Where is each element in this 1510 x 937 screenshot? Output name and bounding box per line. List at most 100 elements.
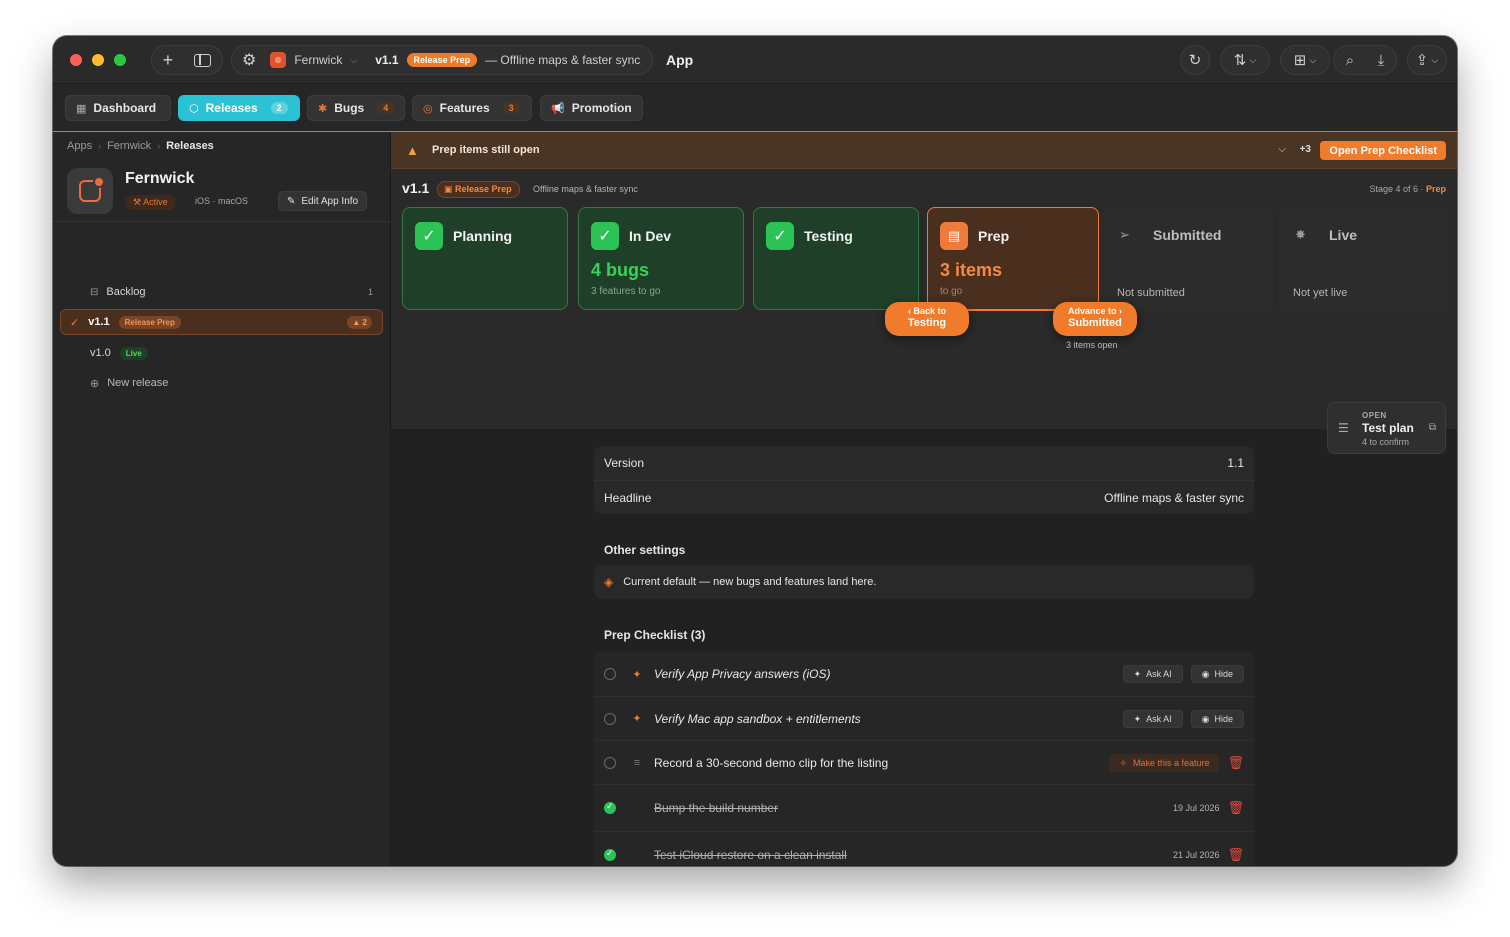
share-button[interactable]: ⇪ ⌵	[1407, 45, 1447, 75]
warning-icon: ▲	[352, 317, 361, 327]
drag-handle-icon[interactable]: ≡	[630, 757, 644, 769]
refresh-button[interactable]: ↻	[1180, 45, 1210, 75]
ask-ai-button[interactable]: ✦ Ask AI	[1122, 710, 1183, 728]
trash-icon[interactable]: 🗑	[1227, 800, 1244, 816]
sparkle-icon: ✦	[1133, 713, 1142, 724]
ask-ai-button[interactable]: ✦ Ask AI	[1122, 665, 1183, 683]
refresh-icon: ↻	[1188, 52, 1202, 69]
sidebar-item-v1-0[interactable]: v1.0 Live	[60, 340, 383, 366]
stage-bug-count: 4 bugs	[591, 260, 650, 280]
chevron-right-icon: ›	[98, 141, 102, 151]
field-value: Offline maps & faster sync	[1104, 490, 1244, 505]
edit-app-info-button[interactable]: ✎ Edit App Info	[278, 191, 368, 211]
search-icon[interactable]: ⌕	[1346, 52, 1354, 69]
tab-features[interactable]: ◎ Features 3	[412, 95, 532, 121]
stage-in-dev[interactable]: ✓ In Dev 4 bugs 3 features to go	[578, 207, 744, 310]
app-icon	[270, 52, 287, 68]
new-release-button[interactable]: ⊕ New release	[60, 370, 383, 396]
advance-to-submitted-button[interactable]: Advance to › Submitted	[1053, 302, 1137, 336]
close-window-button[interactable]	[70, 54, 82, 66]
sparkle-icon: ✦	[1133, 668, 1142, 679]
tab-label: Releases	[205, 101, 258, 115]
minimize-window-button[interactable]	[92, 54, 104, 66]
settings-gear-icon[interactable]: ⚙	[242, 50, 256, 70]
hide-button[interactable]: ◉ Hide	[1190, 710, 1244, 728]
tab-count: 2	[270, 102, 288, 114]
sidebar-item-backlog[interactable]: ⊟ Backlog 1	[60, 279, 383, 305]
adv-top: Advance to ›	[1067, 306, 1122, 316]
stage-prep[interactable]: ▤ Prep 3 items to go	[927, 207, 1099, 310]
title-headline: — Offline maps & faster sync	[485, 53, 641, 67]
stage-planning[interactable]: ✓ Planning	[402, 207, 568, 310]
release-version: v1.1	[88, 316, 110, 328]
checklist-text: Test iCloud restore on a clean install	[654, 848, 847, 862]
download-icon[interactable]: ⤓	[1378, 52, 1385, 69]
make-feature-button[interactable]: ✧ Make this a feature	[1109, 754, 1220, 772]
field-headline[interactable]: Headline Offline maps & faster sync	[594, 480, 1254, 514]
back-to-testing-button[interactable]: ‹ Back to Testing	[885, 302, 969, 336]
checklist-text: Bump the build number	[654, 801, 779, 815]
project-selector[interactable]: ⚙ Fernwick ⌵ v1.1 Release Prep — Offline…	[231, 45, 653, 75]
sort-button[interactable]: ⇅ ⌵	[1220, 45, 1270, 75]
list-item: Bump the build number 19 Jul 2026 🗑	[594, 784, 1254, 831]
trash-icon[interactable]: 🗑	[1227, 755, 1244, 771]
checklist-toggle[interactable]	[604, 756, 616, 769]
banner-text: Prep items still open	[432, 144, 540, 156]
breadcrumb-apps[interactable]: Apps	[67, 140, 92, 152]
eye-icon: ◉	[1201, 668, 1210, 679]
field-key: Headline	[604, 490, 652, 505]
trash-icon[interactable]: 🗑	[1227, 847, 1244, 863]
field-value: 1.1	[1227, 456, 1244, 470]
title-bar: + ⚙ Fernwick ⌵ v1.1 Release Prep — Offli…	[53, 36, 1457, 84]
tab-releases[interactable]: ⬡ Releases 2	[178, 95, 300, 121]
prep-warning-banner: ▲ Prep items still open ⌵ +3 Open Prep C…	[391, 132, 1457, 169]
tab-promotion[interactable]: 📢 Promotion	[540, 95, 643, 121]
warning-badge: ▲ 2	[347, 315, 372, 329]
stage-live[interactable]: ✸ Live Not yet live	[1279, 207, 1449, 310]
list-item: Test iCloud restore on a clean install 2…	[594, 831, 1254, 866]
breadcrumb-fernwick[interactable]: Fernwick	[107, 140, 151, 152]
sidebar-item-v1-1[interactable]: ✓ v1.1 Release Prep ▲ 2	[60, 309, 383, 335]
other-settings-title: Other settings	[604, 543, 686, 557]
tab-dashboard[interactable]: ▦ Dashboard	[65, 95, 171, 121]
toolbar-left-group: +	[151, 45, 223, 75]
row-actions: 21 Jul 2026 🗑	[1173, 847, 1244, 863]
test-plan-card[interactable]: ☰ OPEN Test plan 4 to confirm ⧉	[1327, 402, 1446, 454]
main-panel: ▲ Prep items still open ⌵ +3 Open Prep C…	[391, 132, 1457, 866]
plus-icon[interactable]: +	[163, 50, 174, 71]
test-plan-label: OPEN	[1362, 411, 1387, 420]
test-plan-title: Test plan	[1362, 421, 1414, 435]
checklist-toggle[interactable]	[604, 801, 616, 814]
row-actions: ✧ Make this a feature 🗑	[1109, 754, 1244, 772]
chevron-down-icon: ⌵	[1249, 54, 1257, 65]
stage-testing[interactable]: ✓ Testing	[753, 207, 919, 310]
magic-wand-icon: ✧	[1119, 757, 1127, 768]
sidebar: Apps › Fernwick › Releases Fernwick ⚒ Ac…	[53, 132, 391, 866]
checklist-toggle[interactable]	[604, 668, 616, 680]
bug-icon: ✱	[318, 102, 328, 115]
expand-chevron-icon[interactable]: ⌵	[1278, 144, 1286, 155]
open-prep-checklist-button[interactable]: Open Prep Checklist	[1320, 141, 1446, 160]
row-actions: ✦ Ask AI ◉ Hide	[1122, 665, 1244, 683]
stage-name: Live	[1329, 227, 1358, 243]
breadcrumb-releases: Releases	[166, 140, 214, 152]
adv-bottom: Submitted	[1068, 317, 1122, 329]
stage-pipeline: v1.1 ▣ Release Prep Offline maps & faste…	[391, 169, 1457, 454]
title-version: v1.1	[375, 53, 399, 67]
stage-submitted[interactable]: ➢ Submitted Not submitted	[1103, 207, 1273, 310]
tab-bugs[interactable]: ✱ Bugs 4	[307, 95, 405, 121]
checkmark-icon: ✓	[766, 222, 794, 250]
checklist-toggle[interactable]	[604, 848, 616, 861]
field-version[interactable]: Version 1.1	[594, 446, 1254, 480]
share-icon: ⇪	[1415, 52, 1429, 69]
chevron-down-icon: ⌵	[1309, 54, 1317, 65]
sidebar-toggle-icon[interactable]	[194, 53, 212, 67]
add-to-button[interactable]: ⊞ ⌵	[1280, 45, 1330, 75]
clipboard-icon: ▤	[940, 222, 968, 250]
checklist-toggle[interactable]	[604, 712, 616, 725]
stage-name: Planning	[453, 228, 513, 244]
hide-button[interactable]: ◉ Hide	[1190, 665, 1244, 683]
zoom-window-button[interactable]	[114, 54, 126, 66]
title-app-name: Fernwick	[294, 53, 343, 67]
sort-arrows-icon: ⇅	[1233, 52, 1247, 69]
